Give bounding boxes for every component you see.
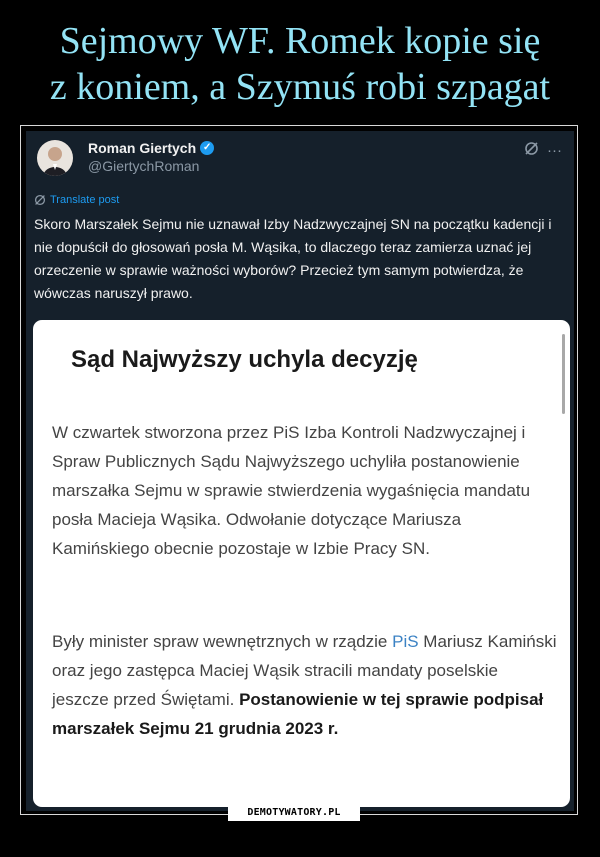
tweet-card: Roman Giertych ✓ @GiertychRoman ··· Tran… [26, 131, 574, 811]
article-paragraph-1: W czwartek stworzona przez PiS Izba Kont… [52, 423, 531, 558]
translate-post[interactable]: Translate post [34, 194, 119, 206]
watermark-badge: DEMOTYWATORY.PL [228, 804, 360, 821]
embedded-article-image[interactable]: Sąd Najwyższy uchyla decyzję W czwartek … [33, 320, 570, 807]
avatar[interactable] [37, 140, 73, 176]
scrollbar[interactable] [562, 334, 565, 414]
meme-title: Sejmowy WF. Romek kopie się z koniem, a … [0, 18, 600, 110]
meme-title-line-2: z koniem, a Szymuś robi szpagat [49, 66, 551, 108]
tweet-text: Skoro Marszałek Sejmu nie uznawał Izby N… [34, 216, 552, 301]
article-headline: Sąd Najwyższy uchyla decyzję [71, 346, 418, 373]
author-name-row[interactable]: Roman Giertych ✓ [88, 140, 215, 156]
article-paragraph-2: Były minister spraw wewnętrznych w rządz… [52, 627, 557, 743]
grok-translate-icon [34, 194, 46, 206]
author-handle[interactable]: @GiertychRoman [88, 158, 199, 174]
grok-icon[interactable] [524, 141, 539, 160]
meme-title-line-1: Sejmowy WF. Romek kopie się [59, 20, 541, 62]
verified-badge-icon: ✓ [200, 141, 215, 155]
translate-post-label[interactable]: Translate post [50, 194, 119, 206]
tweet-top-icons: ··· [524, 141, 562, 160]
article-paragraph-2-start: Były minister spraw wewnętrznych w rządz… [52, 632, 393, 651]
pis-link[interactable]: PiS [392, 632, 418, 651]
avatar-portrait-icon [37, 140, 73, 176]
author-name[interactable]: Roman Giertych [88, 140, 196, 156]
more-options-icon[interactable]: ··· [547, 142, 562, 159]
